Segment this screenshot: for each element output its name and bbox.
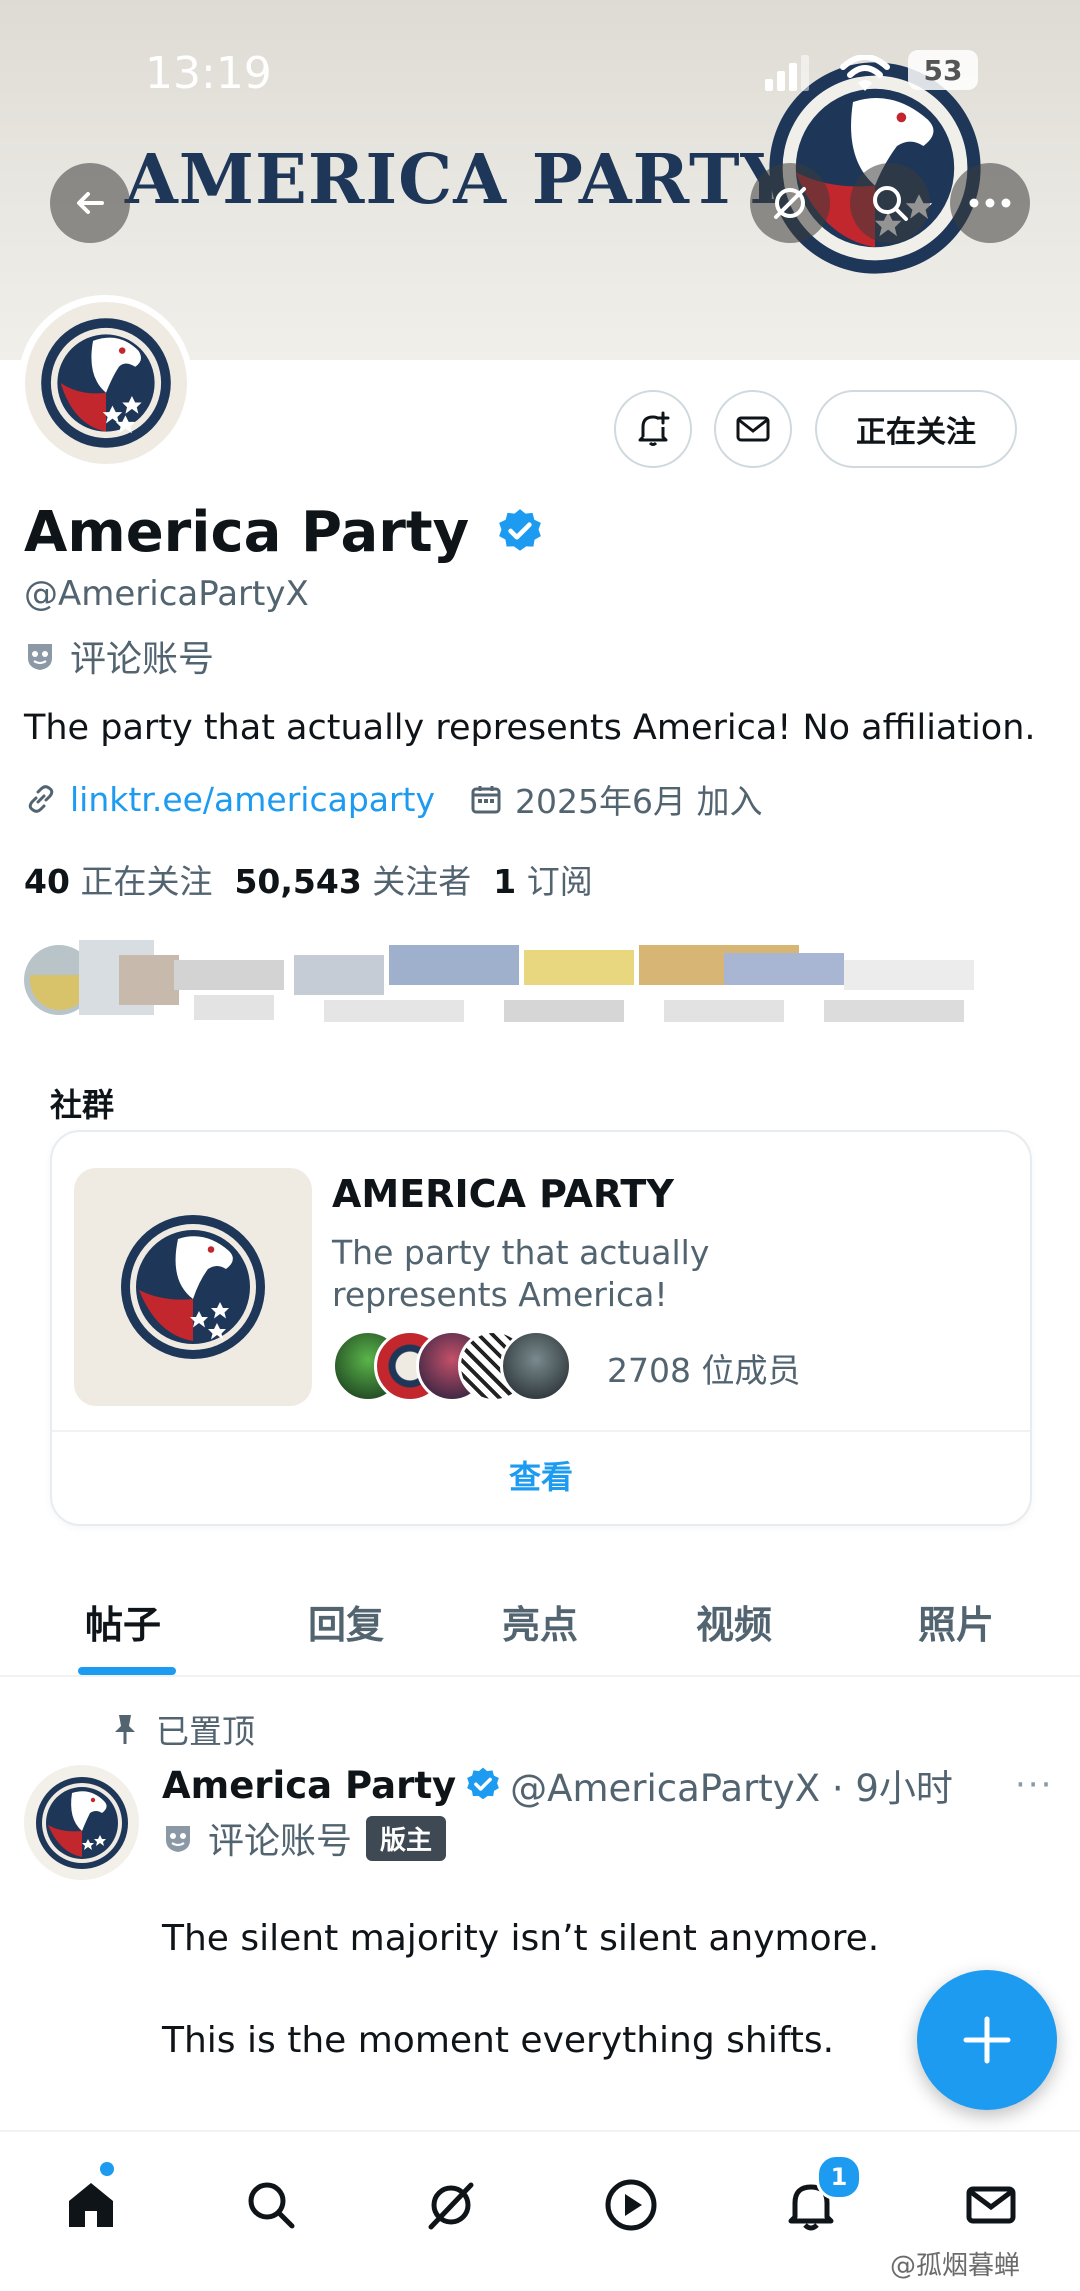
nav-video[interactable] [596, 2170, 666, 2240]
profile-handle: @AmericaPartyX [24, 574, 309, 614]
notifications-count-badge: 1 [816, 2154, 862, 2200]
post-handle-time: @AmericaPartyX · 9小时 [510, 1767, 953, 1810]
profile-avatar[interactable] [18, 295, 193, 470]
pinned-label: 已置顶 [110, 1705, 255, 1753]
profile-link[interactable]: linktr.ee/americaparty [70, 780, 435, 819]
community-thumbnail [74, 1168, 312, 1406]
followers-stat[interactable]: 50,543 关注者 [234, 855, 471, 903]
post-account-type: 评论账号 版主 [162, 1812, 447, 1864]
grok-icon [774, 187, 806, 219]
notification-subscribe-button[interactable] [614, 390, 692, 468]
tab-highlights[interactable]: 亮点 [502, 1594, 578, 1649]
more-dots-icon [969, 198, 1011, 208]
wifi-icon [840, 55, 890, 91]
community-name: AMERICA PARTY [332, 1172, 674, 1216]
search-icon [248, 2182, 295, 2229]
eagle-logo-community [121, 1215, 265, 1359]
community-member-count: 2708 位成员 [607, 1351, 801, 1390]
following-label: 正在关注 [80, 862, 213, 901]
profile-meta-row: linktr.ee/americaparty 2025年6月 加入 [24, 775, 763, 823]
calendar-icon [471, 786, 501, 814]
tab-videos[interactable]: 视频 [696, 1594, 772, 1649]
community-description: The party that actually represents Ameri… [332, 1233, 710, 1314]
followed-by-row-blurred[interactable] [24, 935, 1024, 1035]
eagle-logo-avatar [24, 301, 187, 464]
compose-button[interactable] [917, 1970, 1057, 2110]
pin-icon [115, 1715, 135, 1744]
search-button[interactable] [850, 163, 930, 243]
following-stat[interactable]: 40 正在关注 [24, 855, 212, 903]
bell-plus-icon [638, 411, 670, 446]
profile-name-row: America Party [24, 500, 545, 565]
community-member-avatars [332, 1330, 572, 1402]
account-type-text: 评论账号 [70, 639, 215, 680]
more-button[interactable] [950, 163, 1030, 243]
battery-icon: 53 [908, 50, 978, 90]
following-button[interactable]: 正在关注 [815, 390, 1017, 468]
grok-button[interactable] [750, 163, 830, 243]
status-time: 13:19 [145, 48, 272, 99]
post-more-button[interactable]: ··· [1015, 1765, 1053, 1805]
pinned-text: 已置顶 [156, 1712, 255, 1751]
followers-label: 关注者 [372, 862, 472, 901]
profile-bio: The party that actually represents Ameri… [24, 708, 1036, 748]
link-icon [28, 785, 54, 813]
home-icon [69, 2183, 113, 2227]
eagle-logo-post [35, 1776, 128, 1869]
banner-title: AMERICA PARTY [125, 140, 791, 220]
account-type-label: 评论账号 [24, 630, 214, 682]
community-view-button[interactable]: 查看 [52, 1452, 1030, 1498]
nav-notifications[interactable]: 1 [776, 2154, 862, 2240]
tab-photos[interactable]: 照片 [918, 1594, 994, 1649]
tab-replies[interactable]: 回复 [308, 1594, 384, 1649]
tab-posts[interactable]: 帖子 [85, 1594, 161, 1649]
nav-messages[interactable] [956, 2170, 1026, 2240]
following-count: 40 [24, 862, 70, 901]
post-text-line-2: This is the moment everything shifts. [162, 2020, 835, 2061]
post-author-name[interactable]: America Party [162, 1764, 456, 1807]
member-avatar [500, 1330, 572, 1402]
commentary-account-icon [166, 1826, 190, 1852]
display-name: America Party [24, 500, 470, 565]
community-card[interactable]: AMERICA PARTY The party that actually re… [50, 1130, 1032, 1526]
message-button[interactable] [714, 390, 792, 468]
cellular-signal-icon [765, 55, 809, 91]
weibo-watermark: @孤烟暮蝉 [890, 2251, 1021, 2281]
grok-icon [428, 2182, 474, 2230]
mail-icon [736, 416, 770, 442]
home-unread-dot [100, 2162, 114, 2176]
search-icon [873, 186, 908, 221]
divider [52, 1430, 1030, 1432]
followers-count: 50,543 [234, 862, 362, 901]
nav-search[interactable] [236, 2170, 306, 2240]
verified-badge-icon [498, 509, 541, 551]
post-account-type-text: 评论账号 [208, 1821, 353, 1862]
moderator-badge: 版主 [366, 1815, 447, 1861]
verified-badge-icon [467, 1767, 499, 1800]
community-section-label: 社群 [50, 1086, 115, 1124]
back-button[interactable] [50, 163, 130, 243]
commentary-account-icon [28, 644, 52, 670]
subscriptions-label: 订阅 [526, 862, 593, 901]
active-tab-indicator [78, 1667, 176, 1675]
play-circle-icon [605, 2179, 657, 2231]
back-arrow-icon [77, 192, 104, 214]
join-date: 2025年6月 加入 [515, 782, 763, 821]
post-header: America Party @AmericaPartyX · 9小时 [162, 1758, 953, 1812]
plus-icon [963, 2016, 1011, 2064]
profile-stats: 40 正在关注 50,543 关注者 1 订阅 [24, 855, 593, 903]
nav-home[interactable] [56, 2162, 126, 2240]
post-author-avatar[interactable] [24, 1765, 139, 1880]
nav-grok[interactable] [416, 2170, 486, 2240]
post-text-line-1: The silent majority isn’t silent anymore… [162, 1918, 880, 1959]
profile-tabs: 帖子 回复 亮点 视频 照片 [0, 1560, 1080, 1677]
subscriptions-count: 1 [493, 862, 517, 901]
subscriptions-stat[interactable]: 1 订阅 [493, 855, 592, 903]
mail-icon [966, 2186, 1016, 2224]
